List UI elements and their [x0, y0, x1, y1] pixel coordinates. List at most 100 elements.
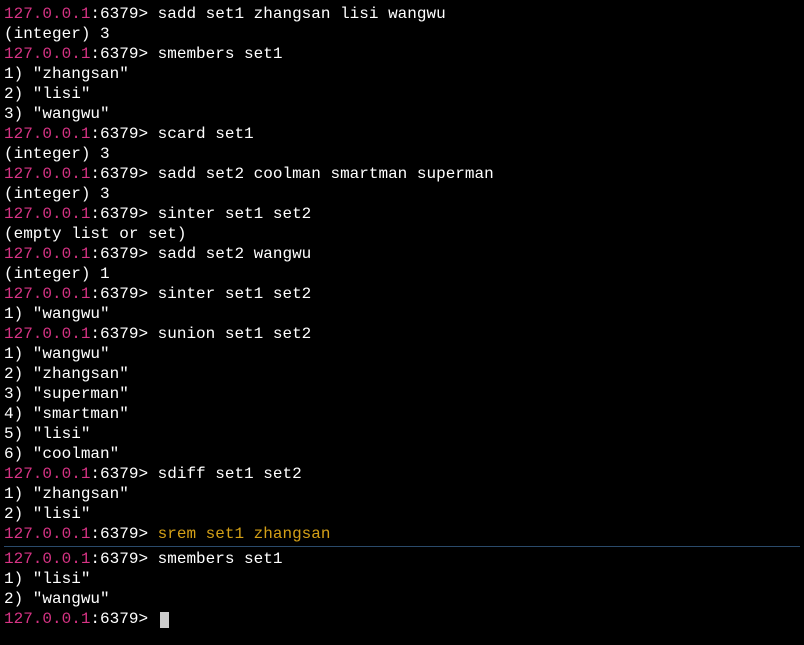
terminal-output[interactable]: 127.0.0.1:6379> sadd set1 zhangsan lisi …: [4, 4, 800, 629]
output-text: 1) "lisi": [4, 570, 90, 588]
command-text: sadd set2 wangwu: [158, 245, 312, 263]
prompt-port: :6379: [90, 45, 138, 63]
output-text: 1) "zhangsan": [4, 65, 129, 83]
terminal-line: 127.0.0.1:6379> sadd set2 wangwu: [4, 244, 800, 264]
prompt-port: :6379: [90, 5, 138, 23]
terminal-line: 127.0.0.1:6379>: [4, 609, 800, 629]
terminal-line: 127.0.0.1:6379> sinter set1 set2: [4, 204, 800, 224]
terminal-line: 127.0.0.1:6379> sadd set1 zhangsan lisi …: [4, 4, 800, 24]
prompt-port: :6379: [90, 325, 138, 343]
prompt-host: 127.0.0.1: [4, 285, 90, 303]
prompt-host: 127.0.0.1: [4, 165, 90, 183]
prompt-port: :6379: [90, 465, 138, 483]
output-text: 4) "smartman": [4, 405, 129, 423]
prompt-port: :6379: [90, 125, 138, 143]
output-text: (integer) 1: [4, 265, 110, 283]
terminal-line: (empty list or set): [4, 224, 800, 244]
terminal-line: 2) "lisi": [4, 84, 800, 104]
terminal-line: (integer) 3: [4, 144, 800, 164]
terminal-line: 127.0.0.1:6379> smembers set1: [4, 44, 800, 64]
output-text: 5) "lisi": [4, 425, 90, 443]
prompt-port: :6379: [90, 525, 138, 543]
command-text: sunion set1 set2: [158, 325, 312, 343]
terminal-line: 127.0.0.1:6379> srem set1 zhangsan: [4, 524, 800, 544]
prompt-arrow: >: [138, 325, 157, 343]
prompt-arrow: >: [138, 285, 157, 303]
output-text: (integer) 3: [4, 145, 110, 163]
prompt-arrow: >: [138, 245, 157, 263]
output-text: 1) "wangwu": [4, 305, 110, 323]
prompt-host: 127.0.0.1: [4, 325, 90, 343]
output-text: 2) "lisi": [4, 85, 90, 103]
output-text: 3) "wangwu": [4, 105, 110, 123]
prompt-port: :6379: [90, 165, 138, 183]
prompt-arrow: >: [138, 205, 157, 223]
command-text: smembers set1: [158, 550, 283, 568]
command-text: scard set1: [158, 125, 254, 143]
command-text: sinter set1 set2: [158, 285, 312, 303]
prompt-arrow: >: [138, 610, 157, 628]
prompt-arrow: >: [138, 550, 157, 568]
terminal-line: 4) "smartman": [4, 404, 800, 424]
prompt-port: :6379: [90, 285, 138, 303]
terminal-line: 1) "wangwu": [4, 344, 800, 364]
terminal-line: 1) "zhangsan": [4, 64, 800, 84]
terminal-line: 5) "lisi": [4, 424, 800, 444]
prompt-host: 127.0.0.1: [4, 525, 90, 543]
prompt-port: :6379: [90, 245, 138, 263]
prompt-arrow: >: [138, 5, 157, 23]
output-text: 2) "wangwu": [4, 590, 110, 608]
prompt-host: 127.0.0.1: [4, 610, 90, 628]
output-text: (integer) 3: [4, 185, 110, 203]
output-text: (integer) 3: [4, 25, 110, 43]
prompt-host: 127.0.0.1: [4, 550, 90, 568]
prompt-arrow: >: [138, 165, 157, 183]
prompt-port: :6379: [90, 550, 138, 568]
terminal-line: 127.0.0.1:6379> sadd set2 coolman smartm…: [4, 164, 800, 184]
command-text: srem set1 zhangsan: [158, 525, 331, 543]
prompt-host: 127.0.0.1: [4, 45, 90, 63]
output-text: (empty list or set): [4, 225, 186, 243]
cursor[interactable]: [160, 612, 169, 628]
terminal-line: 2) "lisi": [4, 504, 800, 524]
terminal-line: (integer) 3: [4, 24, 800, 44]
prompt-host: 127.0.0.1: [4, 125, 90, 143]
terminal-line: 127.0.0.1:6379> scard set1: [4, 124, 800, 144]
prompt-arrow: >: [138, 125, 157, 143]
output-text: 3) "superman": [4, 385, 129, 403]
terminal-line: (integer) 3: [4, 184, 800, 204]
command-text: smembers set1: [158, 45, 283, 63]
separator-line: [4, 546, 800, 547]
terminal-line: 1) "wangwu": [4, 304, 800, 324]
command-text: sadd set1 zhangsan lisi wangwu: [158, 5, 446, 23]
output-text: 1) "zhangsan": [4, 485, 129, 503]
prompt-arrow: >: [138, 465, 157, 483]
terminal-line: 1) "lisi": [4, 569, 800, 589]
terminal-line: 127.0.0.1:6379> sdiff set1 set2: [4, 464, 800, 484]
terminal-line: 2) "zhangsan": [4, 364, 800, 384]
terminal-line: 127.0.0.1:6379> sinter set1 set2: [4, 284, 800, 304]
command-text: sadd set2 coolman smartman superman: [158, 165, 494, 183]
terminal-line: 3) "wangwu": [4, 104, 800, 124]
prompt-host: 127.0.0.1: [4, 205, 90, 223]
prompt-port: :6379: [90, 205, 138, 223]
terminal-line: 1) "zhangsan": [4, 484, 800, 504]
prompt-host: 127.0.0.1: [4, 5, 90, 23]
terminal-line: 127.0.0.1:6379> smembers set1: [4, 549, 800, 569]
terminal-line: 6) "coolman": [4, 444, 800, 464]
terminal-line: 127.0.0.1:6379> sunion set1 set2: [4, 324, 800, 344]
output-text: 1) "wangwu": [4, 345, 110, 363]
terminal-line: 2) "wangwu": [4, 589, 800, 609]
output-text: 6) "coolman": [4, 445, 119, 463]
output-text: 2) "zhangsan": [4, 365, 129, 383]
terminal-line: (integer) 1: [4, 264, 800, 284]
prompt-host: 127.0.0.1: [4, 245, 90, 263]
command-text: sinter set1 set2: [158, 205, 312, 223]
prompt-port: :6379: [90, 610, 138, 628]
prompt-arrow: >: [138, 525, 157, 543]
terminal-line: 3) "superman": [4, 384, 800, 404]
command-text: sdiff set1 set2: [158, 465, 302, 483]
output-text: 2) "lisi": [4, 505, 90, 523]
prompt-host: 127.0.0.1: [4, 465, 90, 483]
prompt-arrow: >: [138, 45, 157, 63]
